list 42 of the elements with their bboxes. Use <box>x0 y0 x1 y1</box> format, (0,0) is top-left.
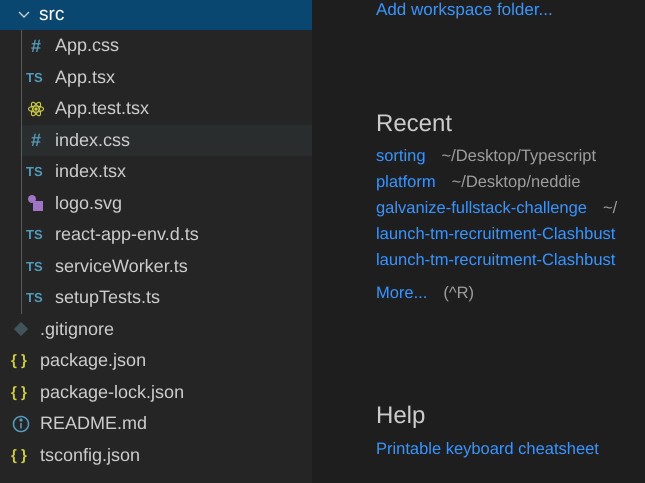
file-item[interactable]: TS react-app-env.d.ts <box>22 219 312 250</box>
file-item[interactable]: .gitignore <box>0 314 312 345</box>
typescript-icon: TS <box>26 228 46 242</box>
file-item[interactable]: logo.svg <box>22 188 312 219</box>
typescript-icon: TS <box>26 260 46 273</box>
braces-icon: { } <box>11 353 31 368</box>
file-item[interactable]: { } tsconfig.json <box>0 440 312 471</box>
help-link[interactable]: Printable keyboard cheatsheet <box>376 436 645 462</box>
braces-icon: { } <box>11 448 31 463</box>
recent-project-link[interactable]: sorting <box>376 144 426 168</box>
typescript-icon: TS <box>26 70 46 84</box>
file-item[interactable]: { } package.json <box>0 345 312 376</box>
file-item[interactable]: TS setupTests.ts <box>22 282 312 314</box>
recent-project-link[interactable]: galvanize-fullstack-challenge <box>376 196 587 220</box>
add-workspace-link[interactable]: Add workspace folder... <box>376 0 645 20</box>
file-item[interactable]: { } package-lock.json <box>0 376 312 408</box>
file-item[interactable]: TS serviceWorker.ts <box>22 250 312 282</box>
recent-project-link[interactable]: launch-tm-recruitment-Clashbust <box>376 222 616 246</box>
file-item[interactable]: App.test.tsx <box>22 93 312 124</box>
braces-icon: { } <box>11 384 31 400</box>
shortcut-text: (^R) <box>443 283 474 304</box>
recent-project-link[interactable]: launch-tm-recruitment-Clashbust <box>376 248 616 272</box>
info-icon <box>12 414 30 433</box>
file-item[interactable]: # index.css <box>22 124 312 156</box>
typescript-icon: TS <box>26 291 46 304</box>
file-item[interactable]: TS index.tsx <box>22 156 312 188</box>
file-item[interactable]: # App.css <box>22 30 312 62</box>
project-path: ~/Desktop/Typescript <box>442 146 596 167</box>
more-link[interactable]: More... <box>376 281 428 306</box>
file-item[interactable]: README.md <box>0 408 312 440</box>
recent-heading: Recent <box>376 109 454 139</box>
atom-icon <box>27 100 45 118</box>
folder-item[interactable]: src <box>0 0 312 30</box>
typescript-icon: TS <box>26 165 46 178</box>
shapes-icon <box>27 194 45 212</box>
help-heading: Help <box>376 400 426 431</box>
project-path: ~/Desktop/neddie <box>452 172 580 193</box>
file-item[interactable]: TS App.tsx <box>22 62 312 93</box>
project-path: ~/ <box>602 198 618 219</box>
hash-icon: # <box>28 36 44 55</box>
hash-icon: # <box>28 131 44 150</box>
recent-project-link[interactable]: platform <box>376 170 436 194</box>
